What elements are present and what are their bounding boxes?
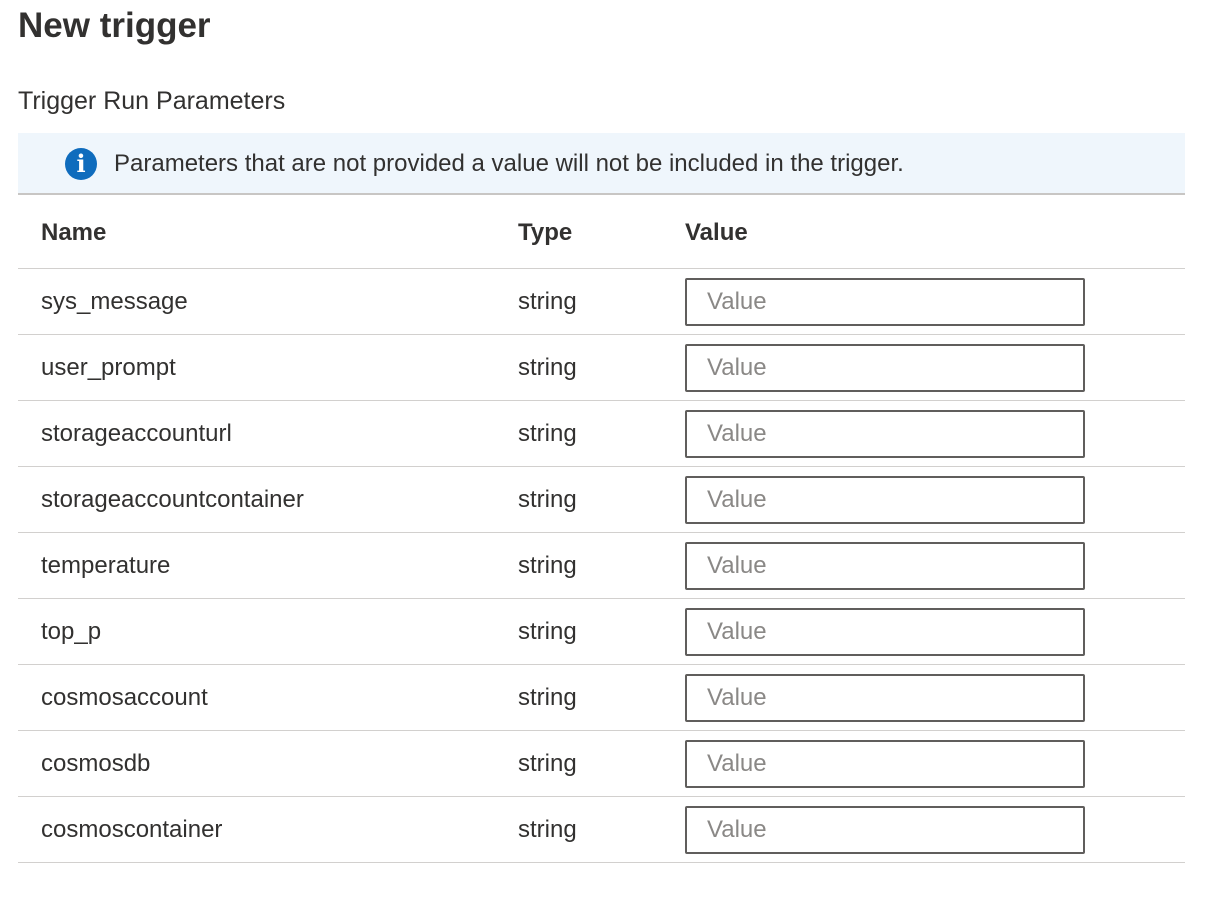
parameter-value-cell	[685, 533, 1085, 598]
parameter-name: cosmosdb	[41, 749, 151, 777]
table-row: cosmosdb string	[18, 731, 1185, 797]
value-input-cosmoscontainer[interactable]	[685, 805, 1085, 854]
value-input-cosmosaccount[interactable]	[685, 673, 1085, 722]
parameter-value-cell	[685, 401, 1085, 466]
parameter-name: cosmosaccount	[41, 683, 208, 711]
table-row: sys_message string	[18, 269, 1185, 335]
info-message-bar: i Parameters that are not provided a val…	[18, 133, 1185, 195]
table-row: top_p string	[18, 599, 1185, 665]
value-input-storageaccountcontainer[interactable]	[685, 475, 1085, 524]
value-input-storageaccounturl[interactable]	[685, 409, 1085, 458]
info-message-text: Parameters that are not provided a value…	[114, 150, 904, 177]
parameter-value-cell	[685, 797, 1085, 862]
column-header-name: Name	[41, 218, 107, 246]
info-icon: i	[65, 148, 97, 180]
table-row: storageaccountcontainer string	[18, 467, 1185, 533]
parameter-type: string	[518, 287, 577, 315]
value-input-cosmosdb[interactable]	[685, 739, 1085, 788]
table-row: storageaccounturl string	[18, 401, 1185, 467]
parameter-type: string	[518, 749, 577, 777]
parameter-name: temperature	[41, 551, 171, 579]
parameter-type: string	[518, 683, 577, 711]
table-row: cosmoscontainer string	[18, 797, 1185, 863]
table-row: cosmosaccount string	[18, 665, 1185, 731]
parameter-value-cell	[685, 599, 1085, 664]
value-input-sys-message[interactable]	[685, 277, 1085, 326]
parameter-name: storageaccounturl	[41, 419, 232, 447]
parameter-type: string	[518, 353, 577, 381]
parameter-type: string	[518, 617, 577, 645]
parameter-value-cell	[685, 731, 1085, 796]
new-trigger-panel: New trigger Trigger Run Parameters i Par…	[0, 0, 1230, 911]
table-header-row: Name Type Value	[18, 197, 1185, 269]
column-header-type: Type	[518, 218, 573, 246]
parameter-name: cosmoscontainer	[41, 815, 223, 843]
parameter-type: string	[518, 419, 577, 447]
parameter-name: storageaccountcontainer	[41, 485, 304, 513]
table-row: temperature string	[18, 533, 1185, 599]
parameter-type: string	[518, 485, 577, 513]
parameter-name: user_prompt	[41, 353, 176, 381]
parameters-table: Name Type Value sys_message string user_…	[18, 197, 1185, 863]
parameter-name: top_p	[41, 617, 102, 645]
value-input-temperature[interactable]	[685, 541, 1085, 590]
column-header-value: Value	[685, 218, 748, 246]
parameter-value-cell	[685, 665, 1085, 730]
parameter-value-cell	[685, 467, 1085, 532]
section-title: Trigger Run Parameters	[18, 87, 286, 115]
parameter-value-cell	[685, 335, 1085, 400]
table-row: user_prompt string	[18, 335, 1185, 401]
page-title: New trigger	[18, 6, 211, 45]
parameter-name: sys_message	[41, 287, 188, 315]
value-input-top-p[interactable]	[685, 607, 1085, 656]
parameter-value-cell	[685, 269, 1085, 334]
parameter-type: string	[518, 815, 577, 843]
value-input-user-prompt[interactable]	[685, 343, 1085, 392]
parameter-type: string	[518, 551, 577, 579]
